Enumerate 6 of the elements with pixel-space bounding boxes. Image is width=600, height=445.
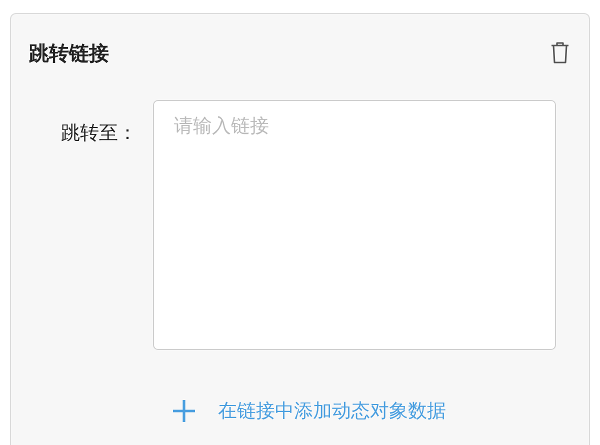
plus-icon <box>172 399 196 423</box>
link-input-field[interactable]: 请输入链接 <box>153 100 556 350</box>
field-label: 跳转至： <box>60 121 138 146</box>
delete-icon[interactable] <box>550 41 570 65</box>
card-title: 跳转链接 <box>29 40 109 66</box>
add-dynamic-data-link[interactable]: 在链接中添加动态对象数据 <box>172 398 446 424</box>
